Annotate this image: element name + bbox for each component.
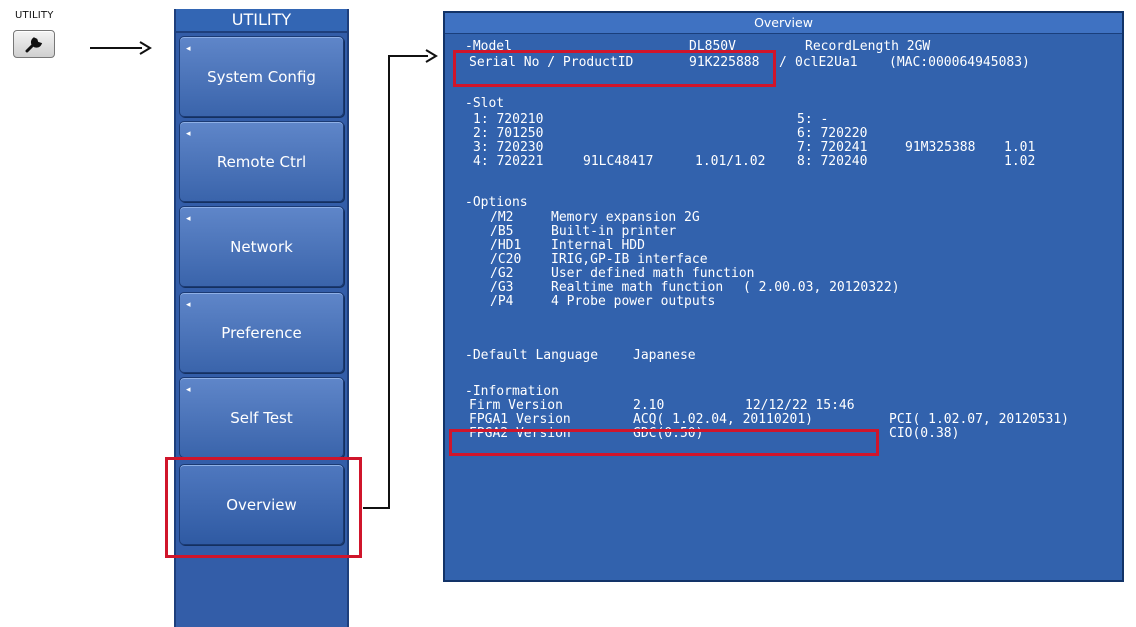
firm-version-value: 2.10 (633, 398, 665, 413)
default-language-value: Japanese (633, 348, 696, 363)
slot-entry: 8: 720240 (797, 154, 868, 169)
option-desc: Built-in printer (551, 224, 677, 239)
slot-entry: 1: 720210 (473, 112, 544, 127)
slot-entry: 4: 720221 (473, 154, 544, 169)
option-code: /M2 (490, 210, 514, 225)
option-code: /C20 (490, 252, 522, 267)
option-extra: ( 2.00.03, 20120322) (743, 280, 900, 295)
option-desc: IRIG,GP-IB interface (551, 252, 708, 267)
slot-version: 1.01 (1004, 140, 1036, 155)
slot-serial: 91LC48417 (583, 154, 654, 169)
slot-entry: 7: 720241 (797, 140, 868, 155)
option-desc: User defined math function (551, 266, 755, 281)
fpga1-version-label: FPGA1 Version (469, 412, 571, 427)
serial-highlight (453, 50, 776, 87)
overview-screen: Overview -Model DL850V RecordLength 2GW … (443, 11, 1124, 582)
default-language-label: -Default Language (465, 348, 599, 363)
information-label: -Information (465, 384, 559, 399)
mac-address: (MAC:000064945083) (889, 55, 1030, 70)
slot-version: 1.02 (1004, 154, 1036, 169)
slot-entry: 2: 701250 (473, 126, 544, 141)
options-label: -Options (465, 195, 528, 210)
firm-version-highlight (449, 429, 879, 456)
firm-version-label: Firm Version (469, 398, 563, 413)
slot-entry: 5: - (797, 112, 829, 127)
product-id: 0clE2Ua1 (795, 55, 858, 70)
option-desc: 4 Probe power outputs (551, 294, 716, 309)
slot-entry: 3: 720230 (473, 140, 544, 155)
connector-arrow-icon (363, 49, 438, 509)
option-code: /G3 (490, 280, 514, 295)
fpga1-acq-version: ACQ( 1.02.04, 20110201) (633, 412, 814, 427)
option-code: /HD1 (490, 238, 522, 253)
option-code: /G2 (490, 266, 514, 281)
option-code: /B5 (490, 224, 514, 239)
firm-version-date: 12/12/22 15:46 (745, 398, 855, 413)
option-desc: Memory expansion 2G (551, 210, 700, 225)
slot-serial: 91M325388 (905, 140, 976, 155)
slot-label: -Slot (465, 96, 505, 111)
serial-separator: / (779, 55, 787, 70)
record-length: RecordLength 2GW (805, 39, 931, 54)
overview-title: Overview (445, 13, 1122, 34)
slot-entry: 6: 720220 (797, 126, 868, 141)
fpga1-pci-version: PCI( 1.02.07, 20120531) (889, 412, 1070, 427)
option-desc: Internal HDD (551, 238, 645, 253)
fpga2-cio-version: CIO(0.38) (889, 426, 960, 441)
option-desc: Realtime math function (551, 280, 724, 295)
option-code: /P4 (490, 294, 514, 309)
slot-version: 1.01/1.02 (695, 154, 766, 169)
